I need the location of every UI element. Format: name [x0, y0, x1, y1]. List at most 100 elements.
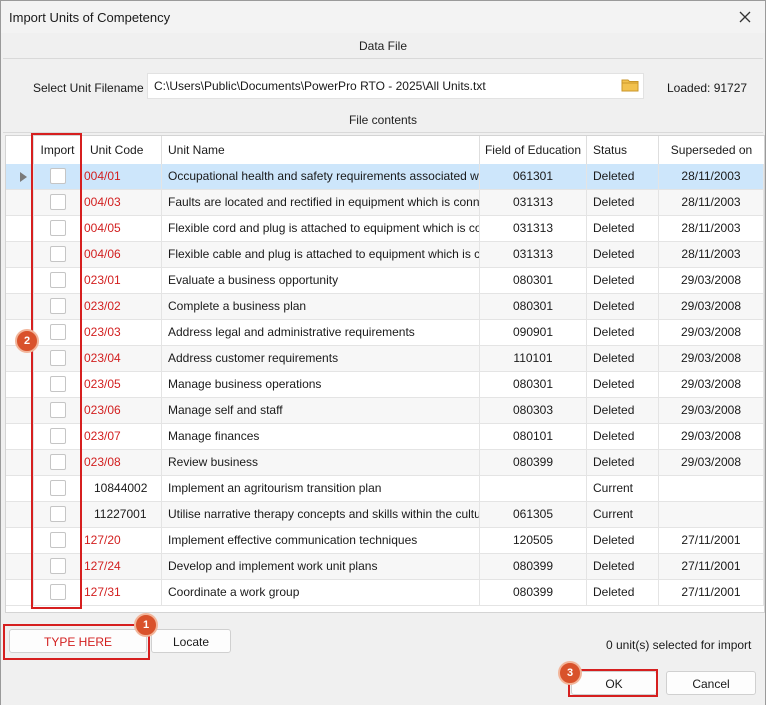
table-row[interactable]: 004/06 Flexible cable and plug is attache…	[6, 242, 764, 268]
superseded-on-cell: 29/03/2008	[659, 424, 764, 449]
unit-name-cell: Coordinate a work group	[162, 580, 480, 605]
row-indicator	[6, 580, 34, 605]
row-indicator	[6, 216, 34, 241]
units-grid[interactable]: Import Unit Code Unit Name Field of Educ…	[5, 135, 765, 613]
status-cell: Deleted	[587, 450, 659, 475]
unit-name-cell: Flexible cord and plug is attached to eq…	[162, 216, 480, 241]
status-cell: Deleted	[587, 190, 659, 215]
superseded-on-cell: 27/11/2001	[659, 528, 764, 553]
table-row[interactable]: 004/03 Faults are located and rectified i…	[6, 190, 764, 216]
status-cell: Deleted	[587, 216, 659, 241]
field-of-education-cell: 031313	[480, 216, 587, 241]
unit-name-cell: Occupational health and safety requireme…	[162, 164, 480, 189]
filename-label: Select Unit Filename	[33, 81, 144, 95]
unit-name-cell: Manage business operations	[162, 372, 480, 397]
superseded-on-cell: 27/11/2001	[659, 554, 764, 579]
row-indicator	[6, 528, 34, 553]
import-column-highlight	[31, 133, 82, 609]
table-row[interactable]: 10844002 Implement an agritourism transit…	[6, 476, 764, 502]
filename-value: C:\Users\Public\Documents\PowerPro RTO -…	[154, 79, 486, 93]
field-of-education-cell: 080303	[480, 398, 587, 423]
field-of-education-cell: 031313	[480, 242, 587, 267]
import-units-dialog: Import Units of Competency Data File Sel…	[0, 0, 766, 705]
annotation-marker-1: 1	[134, 613, 158, 637]
column-header-unit-name[interactable]: Unit Name	[162, 136, 480, 164]
unit-code-cell: 023/01	[82, 268, 162, 293]
field-of-education-cell: 080399	[480, 450, 587, 475]
superseded-on-cell: 28/11/2003	[659, 216, 764, 241]
superseded-on-cell: 29/03/2008	[659, 372, 764, 397]
status-cell: Deleted	[587, 580, 659, 605]
unit-code-cell: 023/05	[82, 372, 162, 397]
file-contents-header: File contents	[3, 108, 763, 133]
column-header-field-of-education[interactable]: Field of Education	[480, 136, 587, 164]
status-cell: Deleted	[587, 294, 659, 319]
folder-icon[interactable]	[621, 78, 639, 92]
unit-name-cell: Manage self and staff	[162, 398, 480, 423]
grid-header-row: Import Unit Code Unit Name Field of Educ…	[6, 136, 764, 165]
selected-count-text: 0 unit(s) selected for import	[606, 638, 752, 652]
status-cell: Deleted	[587, 268, 659, 293]
superseded-on-cell: 29/03/2008	[659, 450, 764, 475]
unit-name-cell: Evaluate a business opportunity	[162, 268, 480, 293]
row-indicator	[6, 398, 34, 423]
annotation-marker-2: 2	[15, 329, 39, 353]
column-header-status[interactable]: Status	[587, 136, 659, 164]
field-of-education-cell	[480, 476, 587, 501]
row-indicator	[6, 554, 34, 579]
close-button[interactable]	[733, 6, 757, 28]
row-indicator	[6, 476, 34, 501]
status-cell: Deleted	[587, 372, 659, 397]
table-row[interactable]: 004/05 Flexible cord and plug is attached…	[6, 216, 764, 242]
current-row-arrow-icon	[20, 172, 27, 182]
close-icon	[739, 11, 751, 23]
table-row[interactable]: 127/31 Coordinate a work group 080399 Delet…	[6, 580, 764, 606]
status-cell: Deleted	[587, 554, 659, 579]
status-cell: Deleted	[587, 320, 659, 345]
field-of-education-cell: 110101	[480, 346, 587, 371]
row-indicator	[6, 450, 34, 475]
data-file-header: Data File	[3, 34, 763, 59]
cancel-button[interactable]: Cancel	[666, 671, 756, 695]
row-indicator	[6, 164, 34, 189]
superseded-on-cell: 28/11/2003	[659, 242, 764, 267]
table-row[interactable]: 023/08 Review business 080399 Deleted 29/03/…	[6, 450, 764, 476]
table-row[interactable]: 127/20 Implement effective communication …	[6, 528, 764, 554]
row-indicator	[6, 268, 34, 293]
superseded-on-cell: 27/11/2001	[659, 580, 764, 605]
table-row[interactable]: 023/03 Address legal and administrative r…	[6, 320, 764, 346]
status-cell: Deleted	[587, 346, 659, 371]
table-row[interactable]: 023/01 Evaluate a business opportunity 080…	[6, 268, 764, 294]
table-row[interactable]: 023/02 Complete a business plan 080301 Dele…	[6, 294, 764, 320]
unit-code-cell: 023/08	[82, 450, 162, 475]
superseded-on-cell: 29/03/2008	[659, 268, 764, 293]
row-indicator-header	[6, 136, 34, 164]
filename-field[interactable]: C:\Users\Public\Documents\PowerPro RTO -…	[147, 73, 644, 99]
table-row[interactable]: 127/24 Develop and implement work unit pl…	[6, 554, 764, 580]
table-row[interactable]: 023/07 Manage finances 080101 Deleted 29/03/…	[6, 424, 764, 450]
locate-button[interactable]: Locate	[151, 629, 231, 653]
column-header-unit-code[interactable]: Unit Code	[82, 136, 162, 164]
row-indicator	[6, 294, 34, 319]
unit-code-cell: 023/02	[82, 294, 162, 319]
field-of-education-cell: 080399	[480, 580, 587, 605]
status-cell: Deleted	[587, 398, 659, 423]
table-row[interactable]: 023/04 Address customer requirements 11010…	[6, 346, 764, 372]
table-row[interactable]: 004/01 Occupational health and safety req…	[6, 164, 764, 190]
field-of-education-cell: 080301	[480, 268, 587, 293]
table-row[interactable]: 023/05 Manage business operations 080301 De…	[6, 372, 764, 398]
field-of-education-cell: 090901	[480, 320, 587, 345]
status-cell: Deleted	[587, 242, 659, 267]
unit-code-cell: 10844002	[82, 476, 162, 501]
column-header-superseded-on[interactable]: Superseded on	[659, 136, 764, 164]
unit-name-cell: Implement effective communication techni…	[162, 528, 480, 553]
status-cell: Current	[587, 502, 659, 527]
table-row[interactable]: 023/06 Manage self and staff 080303 Deleted…	[6, 398, 764, 424]
status-cell: Current	[587, 476, 659, 501]
status-cell: Deleted	[587, 424, 659, 449]
annotation-marker-3: 3	[558, 661, 582, 685]
unit-code-cell: 127/24	[82, 554, 162, 579]
unit-name-cell: Utilise narrative therapy concepts and s…	[162, 502, 480, 527]
table-row[interactable]: 11227001 Utilise narrative therapy concep…	[6, 502, 764, 528]
unit-code-cell: 11227001	[82, 502, 162, 527]
